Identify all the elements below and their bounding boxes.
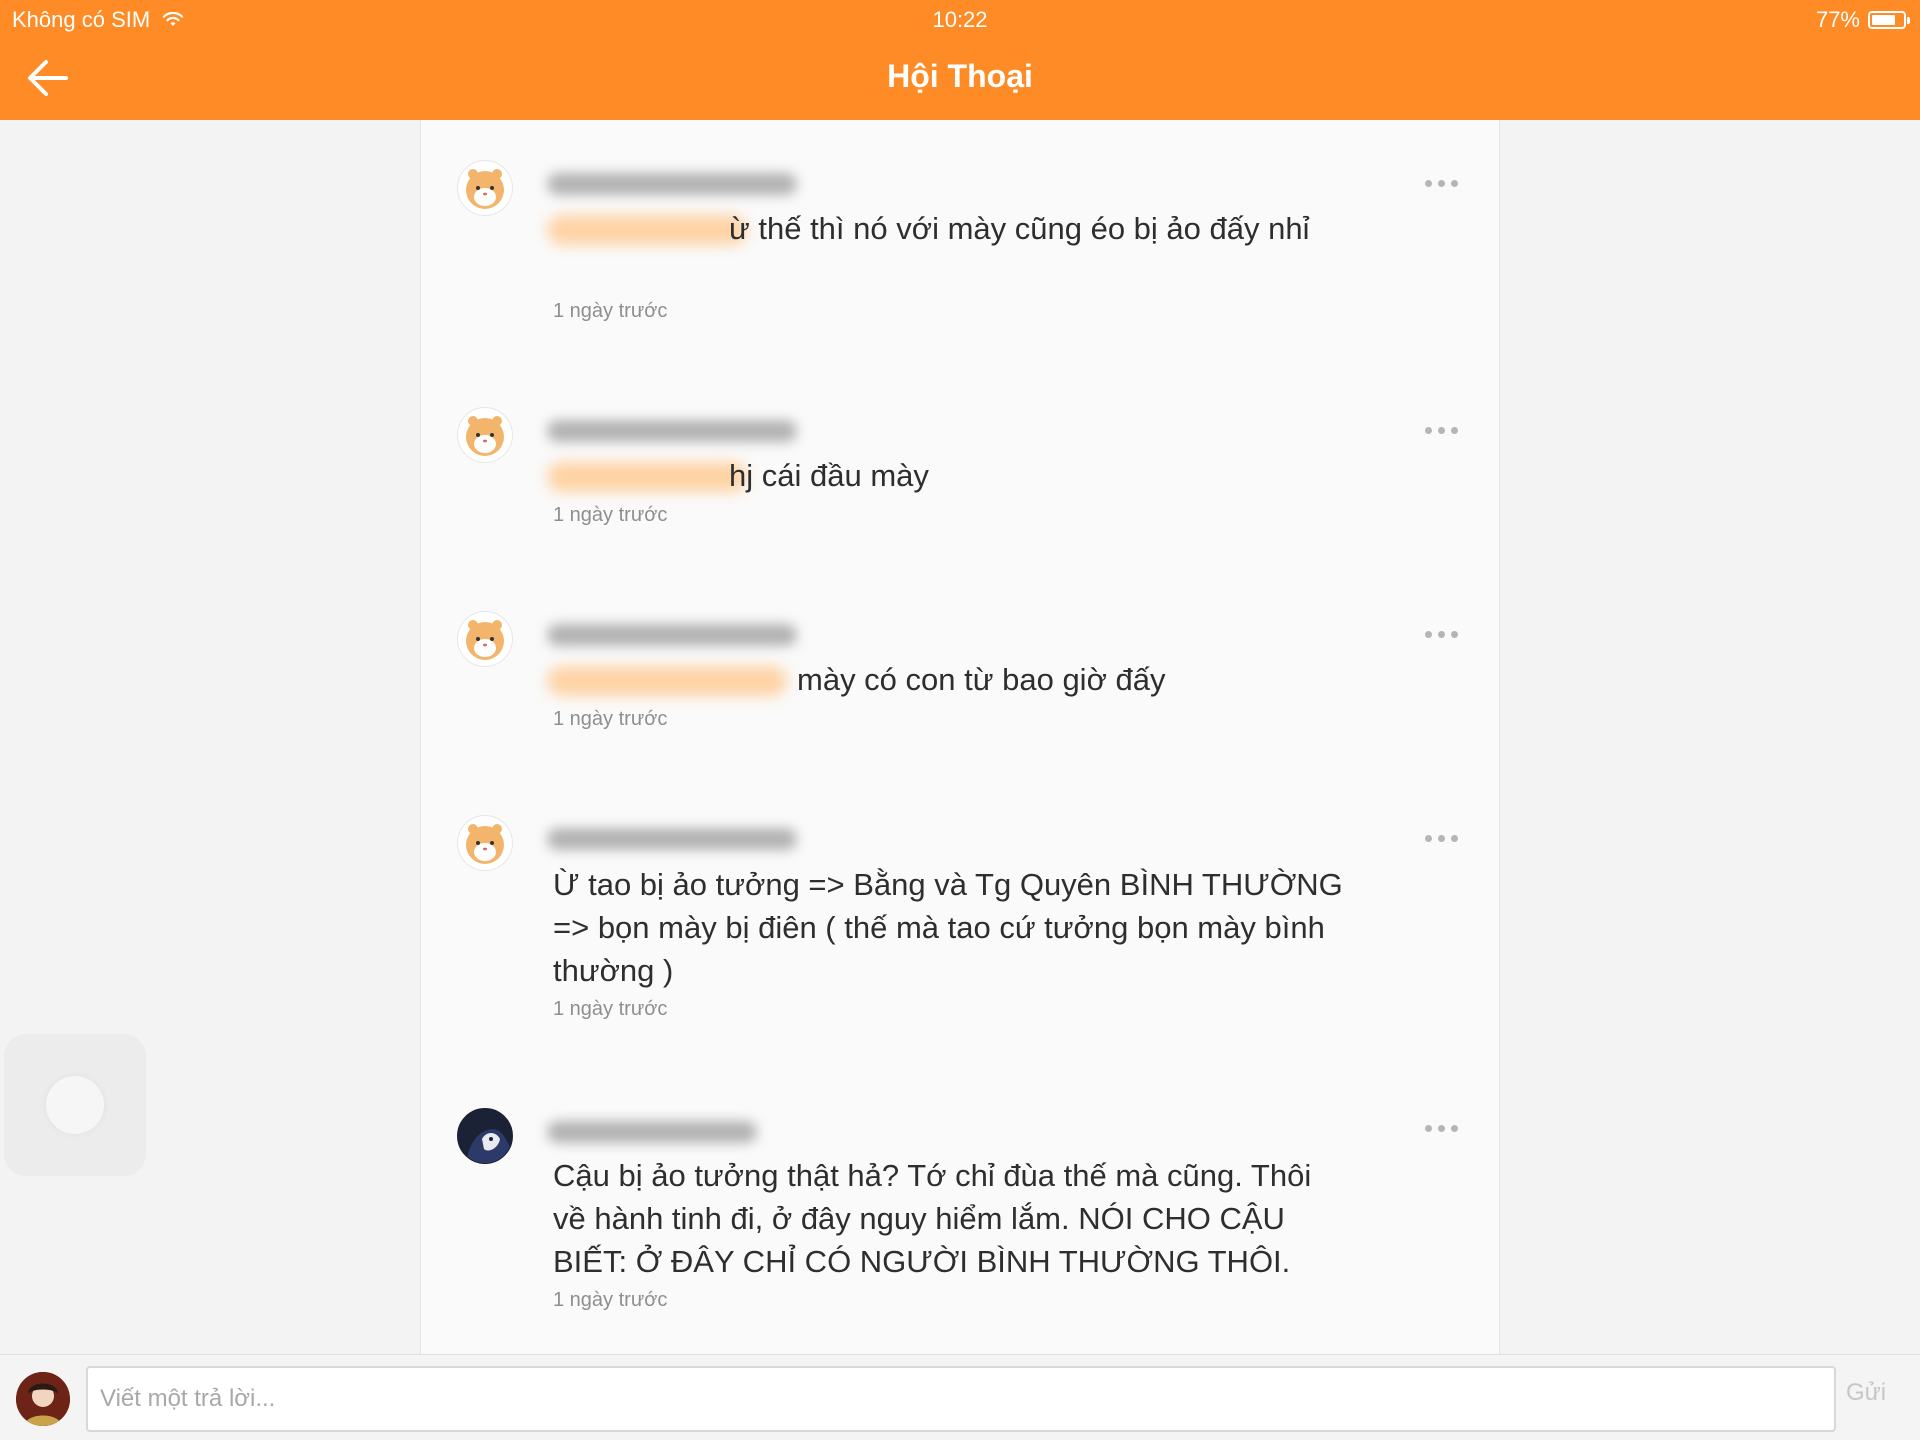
battery-percent: 77% bbox=[1815, 7, 1860, 32]
author-name-redacted[interactable] bbox=[547, 173, 797, 195]
battery-cap bbox=[1907, 17, 1910, 24]
status-right: 77% bbox=[1815, 7, 1910, 33]
dot-icon bbox=[1425, 1125, 1432, 1132]
reply-input[interactable] bbox=[86, 1366, 1836, 1432]
comment-message: hj cái đầu mày bbox=[729, 458, 929, 493]
conversation-panel[interactable]: ừ thế thì nó với mày cũng éo bị ảo đấy n… bbox=[420, 120, 1500, 1354]
author-name-redacted[interactable] bbox=[547, 828, 797, 850]
author-name-redacted[interactable] bbox=[547, 1121, 757, 1143]
dot-icon bbox=[1425, 427, 1432, 434]
dot-icon bbox=[1438, 631, 1445, 638]
dot-icon bbox=[1425, 180, 1432, 187]
assistive-touch-dot bbox=[46, 1076, 104, 1134]
dot-icon bbox=[1438, 427, 1445, 434]
avatar[interactable] bbox=[457, 815, 513, 871]
comment-message: Cậu bị ảo tưởng thật hả? Tớ chỉ đùa thế … bbox=[553, 1158, 1312, 1279]
dot-icon bbox=[1425, 835, 1432, 842]
avatar[interactable] bbox=[457, 160, 513, 216]
send-button[interactable]: Gửi bbox=[1846, 1379, 1886, 1407]
hamster-avatar-icon bbox=[466, 620, 504, 660]
avatar[interactable] bbox=[457, 1108, 513, 1164]
comment-time: 1 ngày trước bbox=[553, 1289, 668, 1311]
dot-icon bbox=[1438, 835, 1445, 842]
dot-icon bbox=[1438, 180, 1445, 187]
more-options-button[interactable] bbox=[1421, 831, 1462, 846]
dot-icon bbox=[1451, 631, 1458, 638]
hamster-avatar-icon bbox=[466, 169, 504, 209]
status-time: 10:22 bbox=[932, 7, 988, 32]
comment-time: 1 ngày trước bbox=[553, 504, 668, 526]
comment-message: ừ thế thì nó với mày cũng éo bị ảo đấy n… bbox=[729, 211, 1310, 246]
avatar[interactable] bbox=[457, 407, 513, 463]
comment-time: 1 ngày trước bbox=[553, 998, 668, 1020]
more-options-button[interactable] bbox=[1421, 176, 1462, 191]
dot-icon bbox=[1451, 1125, 1458, 1132]
dot-icon bbox=[1451, 835, 1458, 842]
more-options-button[interactable] bbox=[1421, 1121, 1462, 1136]
more-options-button[interactable] bbox=[1421, 627, 1462, 642]
dot-icon bbox=[1425, 631, 1432, 638]
current-user-avatar[interactable] bbox=[16, 1372, 70, 1426]
comment-time: 1 ngày trước bbox=[553, 708, 668, 730]
hamster-avatar-icon bbox=[466, 824, 504, 864]
comment-message: mày có con từ bao giờ đấy bbox=[797, 662, 1166, 697]
user-avatar-icon bbox=[16, 1372, 70, 1426]
battery-icon bbox=[1868, 11, 1910, 29]
comment-message: Ừ tao bị ảo tưởng => Bằng và Tg Quyên BÌ… bbox=[553, 867, 1343, 988]
battery-level bbox=[1872, 15, 1896, 25]
dot-icon bbox=[1451, 180, 1458, 187]
character-avatar-icon bbox=[458, 1109, 512, 1163]
dot-icon bbox=[1438, 1125, 1445, 1132]
app-header: Không có SIM 10:22 77% Hội Thoại bbox=[0, 0, 1920, 120]
page-title: Hội Thoại bbox=[887, 58, 1033, 94]
dot-icon bbox=[1451, 427, 1458, 434]
avatar[interactable] bbox=[457, 611, 513, 667]
reply-bar: Gửi bbox=[0, 1354, 1920, 1440]
status-bar: Không có SIM 10:22 77% bbox=[0, 0, 1920, 40]
author-name-redacted[interactable] bbox=[547, 624, 797, 646]
assistive-touch-button[interactable] bbox=[4, 1034, 146, 1176]
more-options-button[interactable] bbox=[1421, 423, 1462, 438]
comment-time: 1 ngày trước bbox=[553, 300, 668, 322]
hamster-avatar-icon bbox=[466, 416, 504, 456]
author-name-redacted[interactable] bbox=[547, 420, 797, 442]
